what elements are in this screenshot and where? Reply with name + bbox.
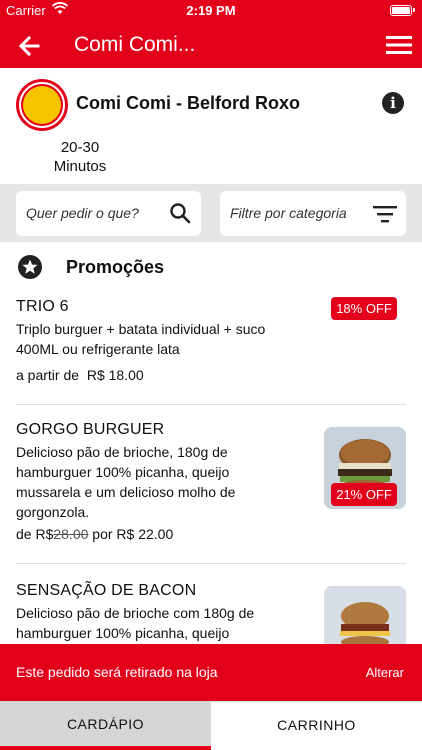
old-price: 28.00 — [53, 526, 89, 542]
nav-bar: Comi Comi... — [0, 22, 422, 68]
item-description: Delicioso pão de brioche com 180g de ham… — [16, 605, 255, 641]
section-title: Promoções — [66, 257, 165, 277]
filter-bar: Quer pedir o que? Filtre por categoria — [0, 184, 422, 242]
price-value: R$ 22.00 — [116, 526, 174, 542]
pickup-banner: Este pedido será retirado na loja Altera… — [0, 644, 422, 701]
filter-icon — [373, 206, 397, 223]
clock: 2:19 PM — [186, 3, 236, 18]
eta-unit: Minutos — [53, 158, 107, 175]
search-icon — [170, 203, 191, 224]
item-description: Triplo burguer + batata individual + suc… — [16, 321, 266, 357]
store-header: Comi Comi - Belford Roxo i 20-30 Minutos — [0, 68, 422, 184]
price-value: R$ 18.00 — [86, 367, 144, 383]
section-header-promotions: Promoções — [0, 244, 422, 288]
info-icon[interactable]: i — [382, 92, 404, 114]
burger-image — [324, 586, 406, 644]
pickup-message: Este pedido será retirado na loja — [16, 664, 218, 680]
change-button[interactable]: Alterar — [366, 665, 404, 680]
item-name: GORGO BURGUER — [16, 421, 165, 438]
discount-badge: 21% OFF — [331, 483, 397, 506]
item-name: SENSAÇÃO DE BACON — [16, 582, 197, 599]
menu-item[interactable]: GORGO BURGUER Delicioso pão de brioche, … — [0, 405, 422, 563]
category-filter[interactable]: Filtre por categoria — [220, 191, 406, 236]
tab-cart[interactable]: CARRINHO — [211, 701, 422, 750]
eta-range: 20-30 — [60, 139, 100, 156]
search-placeholder: Quer pedir o que? — [26, 205, 139, 221]
menu-item[interactable]: TRIO 6 Triplo burguer + batata individua… — [0, 288, 422, 404]
item-photo — [324, 586, 406, 644]
item-name: TRIO 6 — [16, 298, 69, 315]
price-prefix: a partir de — [16, 367, 80, 383]
item-description: Delicioso pão de brioche, 180g de hambur… — [16, 444, 236, 520]
tab-menu[interactable]: CARDÁPIO — [0, 701, 211, 750]
price-connector: por — [92, 526, 113, 542]
category-placeholder: Filtre por categoria — [230, 205, 347, 221]
nav-title: Comi Comi... — [74, 33, 196, 56]
bottom-tabs: CARDÁPIO CARRINHO — [0, 701, 422, 750]
delivery-time: 20-30 Minutos — [30, 138, 130, 176]
store-logo — [16, 79, 68, 131]
menu-item[interactable]: SENSAÇÃO DE BACON Delicioso pão de brioc… — [0, 564, 422, 644]
status-bar: Carrier 2:19 PM — [0, 0, 422, 22]
hamburger-menu-icon[interactable] — [386, 34, 412, 56]
battery-icon — [390, 5, 415, 16]
search-input[interactable]: Quer pedir o que? — [16, 191, 201, 236]
back-arrow-icon[interactable] — [16, 32, 44, 60]
item-price: a partir de R$ 18.00 — [16, 367, 144, 383]
item-price: de R$28.00 por R$ 22.00 — [16, 526, 173, 542]
star-icon — [18, 255, 42, 279]
discount-badge: 18% OFF — [331, 297, 397, 320]
price-prefix: de R$ — [16, 526, 54, 542]
store-name: Comi Comi - Belford Roxo — [76, 93, 300, 113]
